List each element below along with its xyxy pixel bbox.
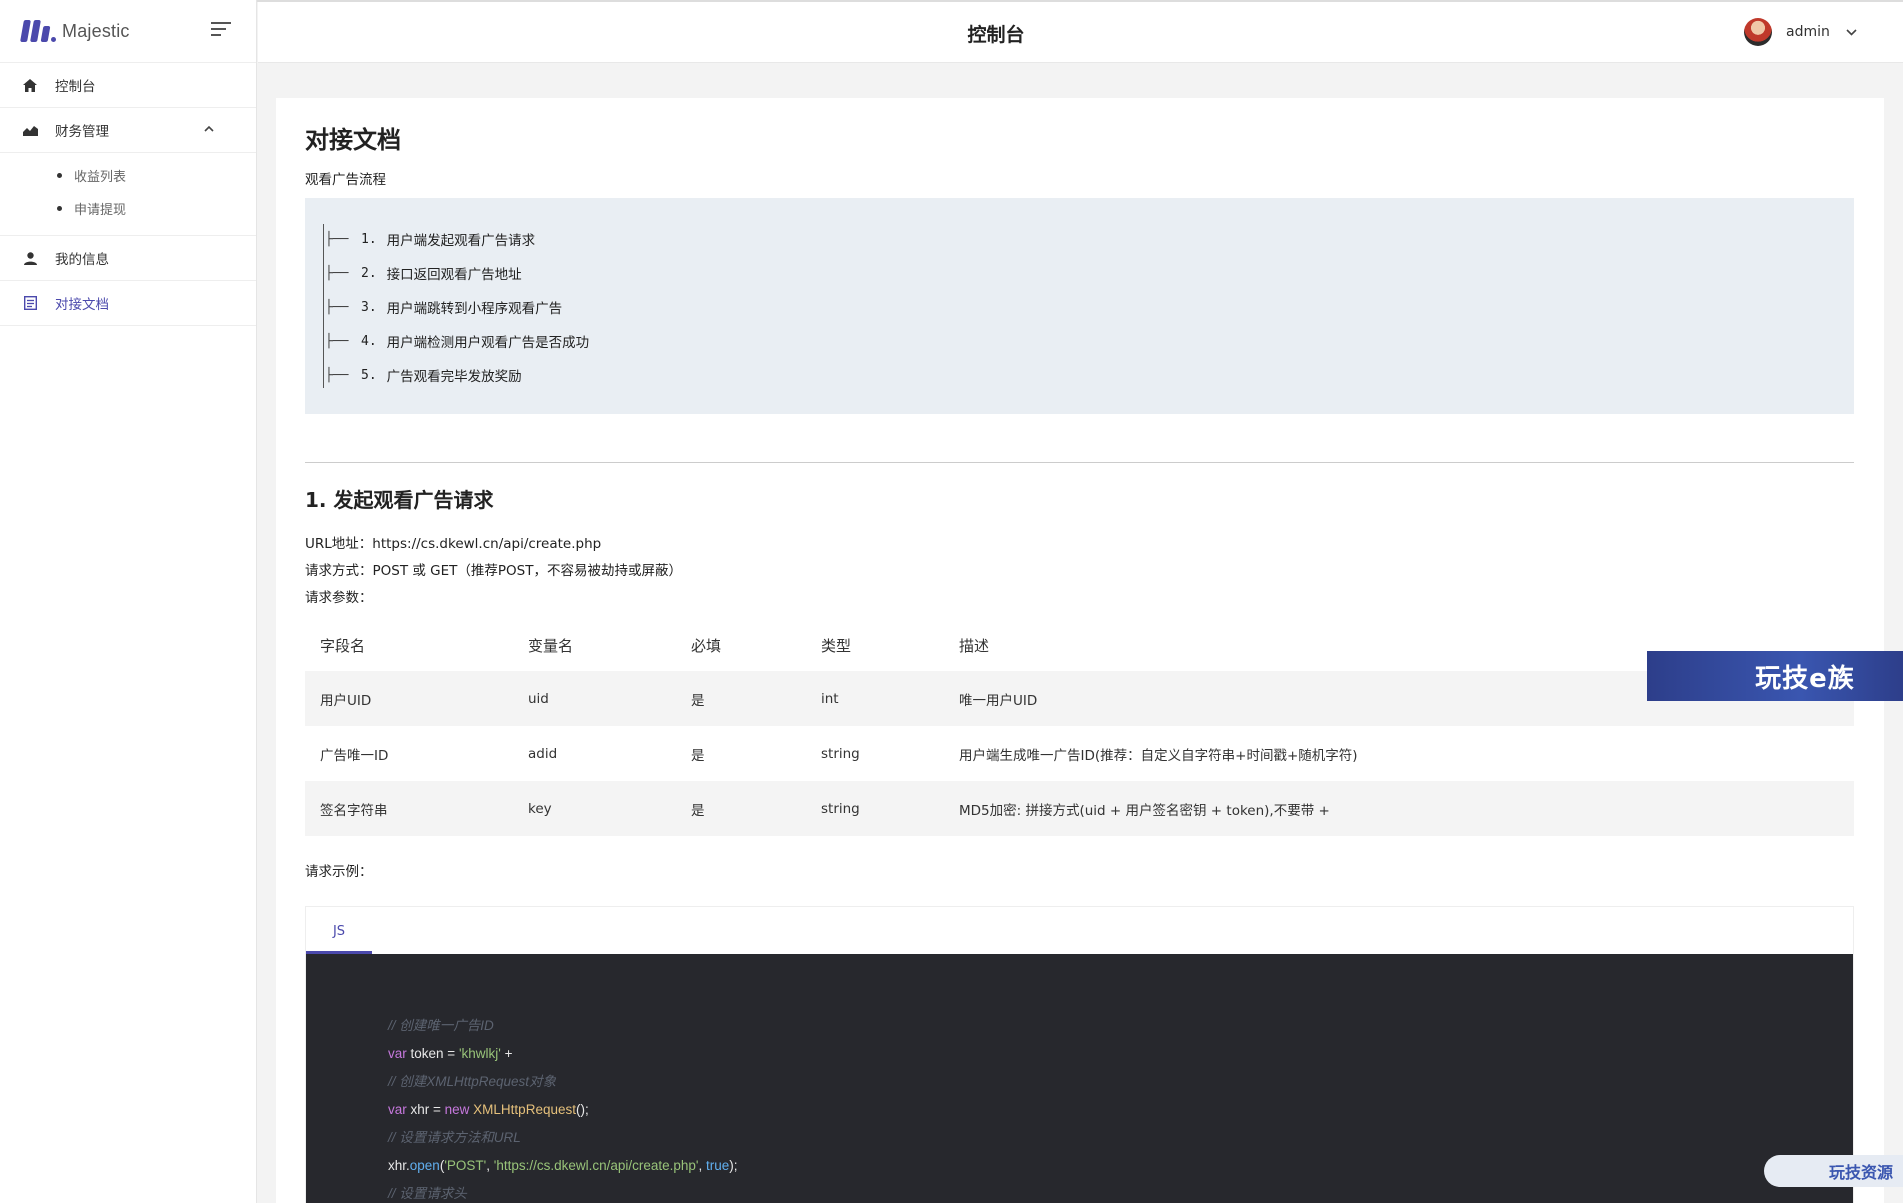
sidebar-item-label: 对接文档 <box>55 297 109 313</box>
flow-step-text: 用户端跳转到小程序观看广告 <box>386 301 563 317</box>
flow-step: ├── 1. 用户端发起观看广告请求 <box>325 222 1834 256</box>
code-example: JS // 创建唯一广告ID var token = 'khwlkj' + //… <box>305 906 1854 1203</box>
table-header: 类型 <box>821 636 852 655</box>
tree-branch: ├── <box>325 367 349 383</box>
flow-step-number: 1. <box>361 231 377 247</box>
flow-box: ├── 1. 用户端发起观看广告请求 ├── 2. 接口返回观看广告地址 ├──… <box>305 198 1854 414</box>
example-label: 请求示例： <box>305 864 373 880</box>
table-cell: 用户端生成唯一广告ID(推荐：自定义自字符串+时间戳+随机字符) <box>959 747 1358 764</box>
sidebar-item-docs[interactable]: 对接文档 <box>0 281 256 326</box>
table-row: 签名字符串 key 是 string MD5加密: 拼接方式(uid + 用户签… <box>305 781 1854 836</box>
sidebar-subitem-earnings[interactable]: 收益列表 <box>0 159 256 192</box>
code-tabs: JS <box>306 907 1853 954</box>
sidebar-item-label: 控制台 <box>55 79 96 95</box>
code-comment: // 创建XMLHttpRequest对象 <box>388 1074 557 1089</box>
user-menu[interactable]: admin <box>1744 18 1857 46</box>
document-icon <box>22 295 38 311</box>
code-block[interactable]: // 创建唯一广告ID var token = 'khwlkj' + // 创建… <box>306 954 1853 1203</box>
code-line: xhr.open('POST', 'https://cs.dkewl.cn/ap… <box>388 1158 738 1173</box>
sidebar-subitem-withdraw[interactable]: 申请提现 <box>0 192 256 225</box>
divider <box>305 462 1854 463</box>
table-cell: 签名字符串 <box>305 781 513 836</box>
tree-branch: ├── <box>325 333 349 349</box>
table-header: 必填 <box>691 636 722 655</box>
code-line: var xhr = new XMLHttpRequest(); <box>388 1102 589 1117</box>
code-comment: // 创建唯一广告ID <box>388 1018 494 1033</box>
tree-line <box>323 224 324 388</box>
sidebar-item-dashboard[interactable]: 控制台 <box>0 63 256 108</box>
sidebar-subitem-label: 申请提现 <box>74 203 127 218</box>
table-row: 广告唯一ID adid 是 string 用户端生成唯一广告ID(推荐：自定义自… <box>305 726 1854 781</box>
code-comment: // 设置请求方法和URL <box>388 1130 521 1145</box>
home-icon <box>22 77 38 93</box>
tree-branch: ├── <box>325 231 349 247</box>
flow-step-text: 用户端检测用户观看广告是否成功 <box>386 335 590 351</box>
table-cell: string <box>821 745 860 762</box>
flow-step-number: 4. <box>361 333 377 349</box>
flow-step: ├── 3. 用户端跳转到小程序观看广告 <box>325 290 1834 324</box>
finance-submenu: 收益列表 申请提现 <box>0 153 256 236</box>
flow-step-text: 接口返回观看广告地址 <box>386 267 522 283</box>
sidebar-item-label: 财务管理 <box>55 124 109 140</box>
watermark-pill: 玩技资源 <box>1764 1155 1903 1187</box>
bullet-icon <box>57 206 62 211</box>
flow-step-text: 广告观看完毕发放奖励 <box>386 369 522 385</box>
table-cell: 是 <box>691 747 705 764</box>
table-cell: adid <box>528 745 558 762</box>
method-line: 请求方式：POST 或 GET（推荐POST，不容易被劫持或屏蔽） <box>305 563 682 579</box>
bullet-icon <box>57 173 62 178</box>
flow-step: ├── 5. 广告观看完毕发放奖励 <box>325 358 1834 392</box>
brand-logo[interactable] <box>20 18 56 44</box>
table-header: 变量名 <box>528 636 574 655</box>
url-line: URL地址：https://cs.dkewl.cn/api/create.php <box>305 536 602 552</box>
table-cell: uid <box>513 671 676 726</box>
chart-area-icon <box>22 122 38 138</box>
user-icon <box>22 250 38 266</box>
table-cell: int <box>806 671 944 726</box>
user-name: admin <box>1786 24 1830 40</box>
sidebar-item-finance[interactable]: 财务管理 <box>0 108 256 153</box>
chevron-down-icon[interactable] <box>1846 25 1857 39</box>
doc-title: 对接文档 <box>305 126 401 154</box>
section-title: 1. 发起观看广告请求 <box>305 488 494 512</box>
chevron-up-icon[interactable] <box>204 121 214 135</box>
tab-js[interactable]: JS <box>306 907 372 954</box>
flow-title: 观看广告流程 <box>305 172 386 188</box>
params-label: 请求参数： <box>305 590 373 606</box>
menu-toggle-icon[interactable] <box>211 22 231 38</box>
sidebar: Majestic 控制台 财务管理 收益列表 申请提现 我的信息 对接文档 <box>0 0 257 1203</box>
sidebar-subitem-label: 收益列表 <box>74 170 127 185</box>
code-comment: // 设置请求头 <box>388 1186 467 1201</box>
flow-step-number: 3. <box>361 299 377 315</box>
table-cell: 是 <box>676 781 806 836</box>
flow-step: ├── 2. 接口返回观看广告地址 <box>325 256 1834 290</box>
watermark-banner: 玩技e族 <box>1647 651 1903 701</box>
table-header: 字段名 <box>320 636 366 655</box>
flow-step-number: 5. <box>361 367 377 383</box>
brand-name: Majestic <box>62 20 130 41</box>
table-cell: string <box>806 781 944 836</box>
brand: Majestic <box>0 0 256 63</box>
top-header: 控制台 admin <box>258 2 1903 63</box>
table-cell: 是 <box>676 671 806 726</box>
sidebar-item-label: 我的信息 <box>55 252 109 268</box>
flow-step-number: 2. <box>361 265 377 281</box>
flow-step-text: 用户端发起观看广告请求 <box>386 233 536 249</box>
doc-card: 对接文档 观看广告流程 ├── 1. 用户端发起观看广告请求 ├── 2. 接口… <box>276 98 1884 1203</box>
table-row: 用户UID uid 是 int 唯一用户UID <box>305 671 1854 726</box>
table-header-row: 字段名 变量名 必填 类型 描述 <box>305 619 1854 671</box>
table-cell: 广告唯一ID <box>320 747 389 764</box>
sidebar-item-profile[interactable]: 我的信息 <box>0 236 256 281</box>
table-cell: 用户UID <box>305 671 513 726</box>
table-cell: MD5加密: 拼接方式(uid + 用户签名密钥 + token),不要带 + <box>944 781 1854 836</box>
tree-branch: ├── <box>325 265 349 281</box>
tree-branch: ├── <box>325 299 349 315</box>
table-cell: key <box>513 781 676 836</box>
avatar[interactable] <box>1744 18 1772 46</box>
code-line: var token = 'khwlkj' + <box>388 1046 513 1061</box>
flow-step: ├── 4. 用户端检测用户观看广告是否成功 <box>325 324 1834 358</box>
page-title: 控制台 <box>967 24 1025 46</box>
param-table: 字段名 变量名 必填 类型 描述 用户UID uid 是 int 唯一用户UID… <box>305 619 1854 836</box>
